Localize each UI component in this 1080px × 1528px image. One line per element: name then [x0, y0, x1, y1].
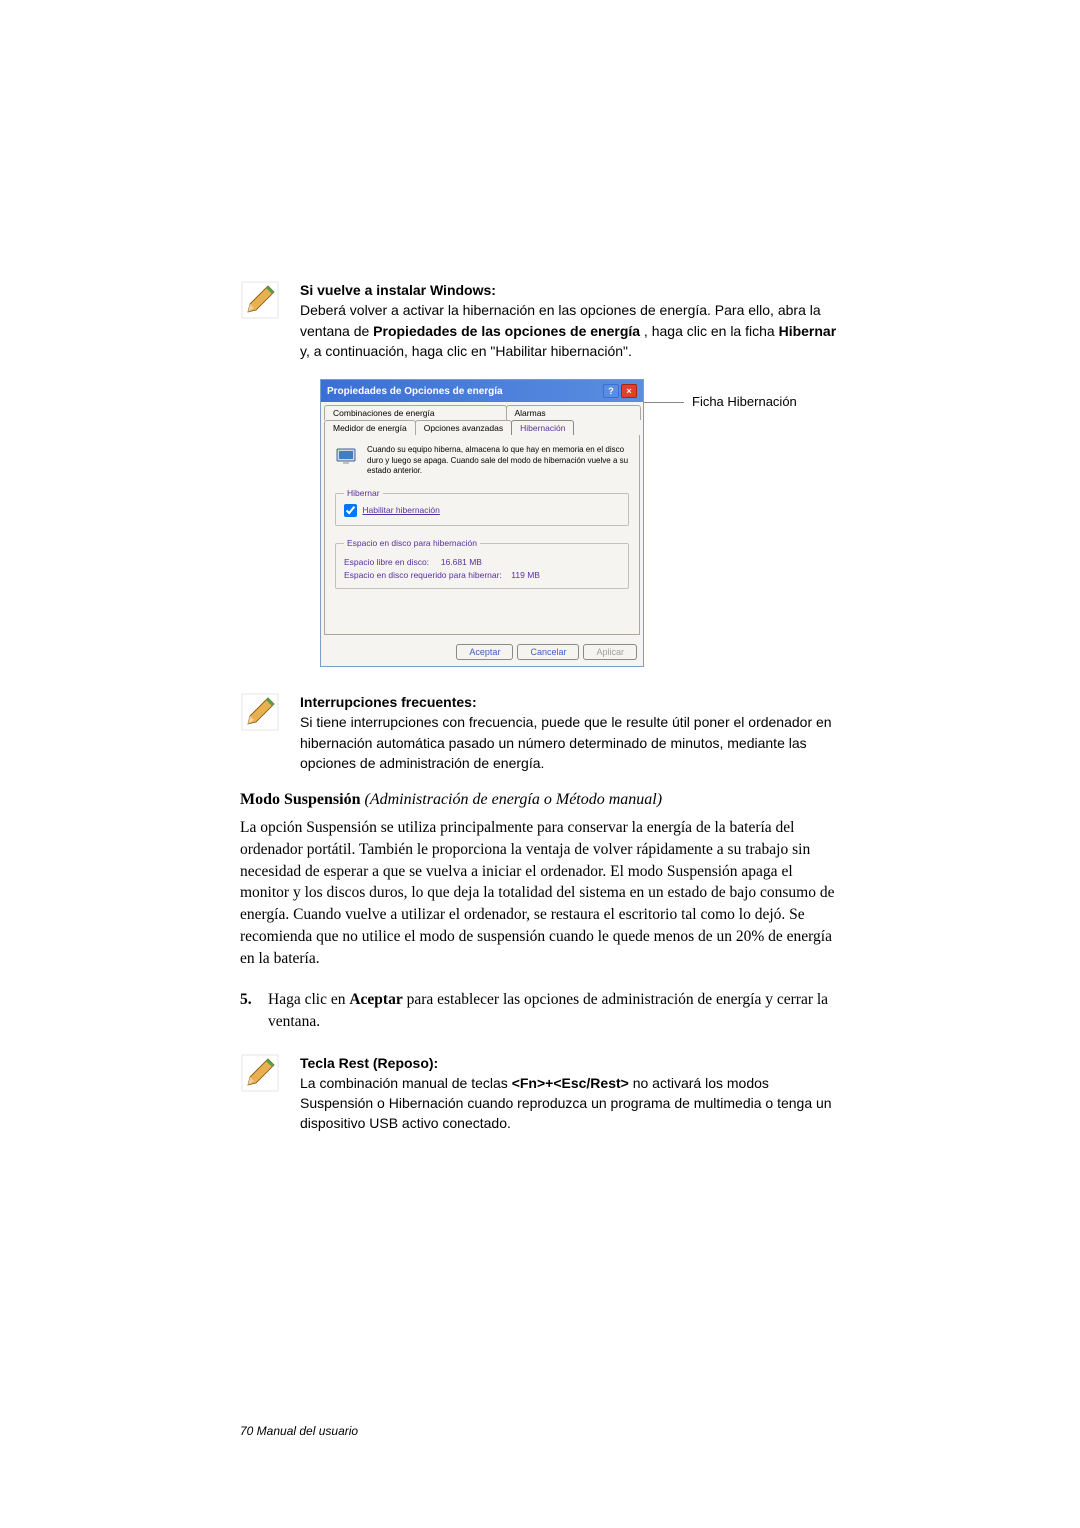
cancel-button[interactable]: Cancelar — [517, 644, 579, 660]
monitor-icon — [335, 445, 359, 469]
pencil-icon — [240, 280, 280, 320]
tabs-row-1: Combinaciones de energía Alarmas — [321, 402, 643, 420]
tab-alarms[interactable]: Alarmas — [506, 405, 642, 420]
pencil-icon — [240, 1053, 280, 1093]
dialog-titlebar: Propiedades de Opciones de energía ? × — [321, 380, 643, 402]
dialog-body: Cuando su equipo hiberna, almacena lo qu… — [324, 435, 640, 635]
tab-meter[interactable]: Medidor de energía — [324, 420, 416, 435]
callout-label: Ficha Hibernación — [692, 394, 797, 409]
close-icon[interactable]: × — [621, 384, 637, 398]
enable-hibernate-checkbox[interactable]: Habilitar hibernación — [344, 505, 440, 515]
note-interruptions: Interrupciones frecuentes: Si tiene inte… — [240, 692, 840, 773]
disk-space-fieldset: Espacio en disco para hibernación Espaci… — [335, 538, 629, 589]
note-title: Si vuelve a instalar Windows: — [300, 280, 840, 300]
free-space-label: Espacio libre en disco: — [344, 557, 429, 567]
note-reinstall-windows: Si vuelve a instalar Windows: Deberá vol… — [240, 280, 840, 361]
note-text: Si vuelve a instalar Windows: Deberá vol… — [300, 280, 840, 361]
tab-hibernation[interactable]: Hibernación — [511, 420, 574, 435]
callout-line — [644, 402, 684, 403]
free-space-value: 16.681 MB — [441, 557, 482, 567]
note-title: Tecla Rest (Reposo): — [300, 1053, 840, 1073]
apply-button[interactable]: Aplicar — [583, 644, 637, 660]
note-text: Tecla Rest (Reposo): La combinación manu… — [300, 1053, 840, 1134]
tabs-row-2: Medidor de energía Opciones avanzadas Hi… — [321, 420, 643, 435]
dialog-figure: Propiedades de Opciones de energía ? × C… — [320, 379, 840, 667]
accept-button[interactable]: Aceptar — [456, 644, 513, 660]
page-footer: 70 Manual del usuario — [240, 1424, 358, 1438]
req-space-value: 119 MB — [511, 570, 540, 580]
note-text: Interrupciones frecuentes: Si tiene inte… — [300, 692, 840, 773]
dialog-buttons: Aceptar Cancelar Aplicar — [321, 638, 643, 666]
hibernate-legend: Hibernar — [344, 488, 383, 498]
dialog-title-text: Propiedades de Opciones de energía — [327, 386, 503, 397]
tab-combinations[interactable]: Combinaciones de energía — [324, 405, 507, 420]
help-icon[interactable]: ? — [603, 384, 619, 398]
section-heading-suspension: Modo Suspensión (Administración de energ… — [240, 791, 840, 809]
disk-space-legend: Espacio en disco para hibernación — [344, 538, 480, 548]
note-rest-key: Tecla Rest (Reposo): La combinación manu… — [240, 1053, 840, 1134]
step-5: 5. Haga clic en Aceptar para establecer … — [240, 989, 840, 1032]
step-number: 5. — [240, 989, 268, 1032]
note-title: Interrupciones frecuentes: — [300, 692, 840, 712]
checkbox-input[interactable] — [344, 504, 357, 517]
info-text: Cuando su equipo hiberna, almacena lo qu… — [367, 445, 629, 476]
power-options-dialog: Propiedades de Opciones de energía ? × C… — [320, 379, 644, 667]
pencil-icon — [240, 692, 280, 732]
req-space-label: Espacio en disco requerido para hibernar… — [344, 570, 502, 580]
tab-advanced[interactable]: Opciones avanzadas — [415, 420, 512, 435]
hibernate-fieldset: Hibernar Habilitar hibernación — [335, 488, 629, 526]
body-paragraph: La opción Suspensión se utiliza principa… — [240, 817, 840, 969]
